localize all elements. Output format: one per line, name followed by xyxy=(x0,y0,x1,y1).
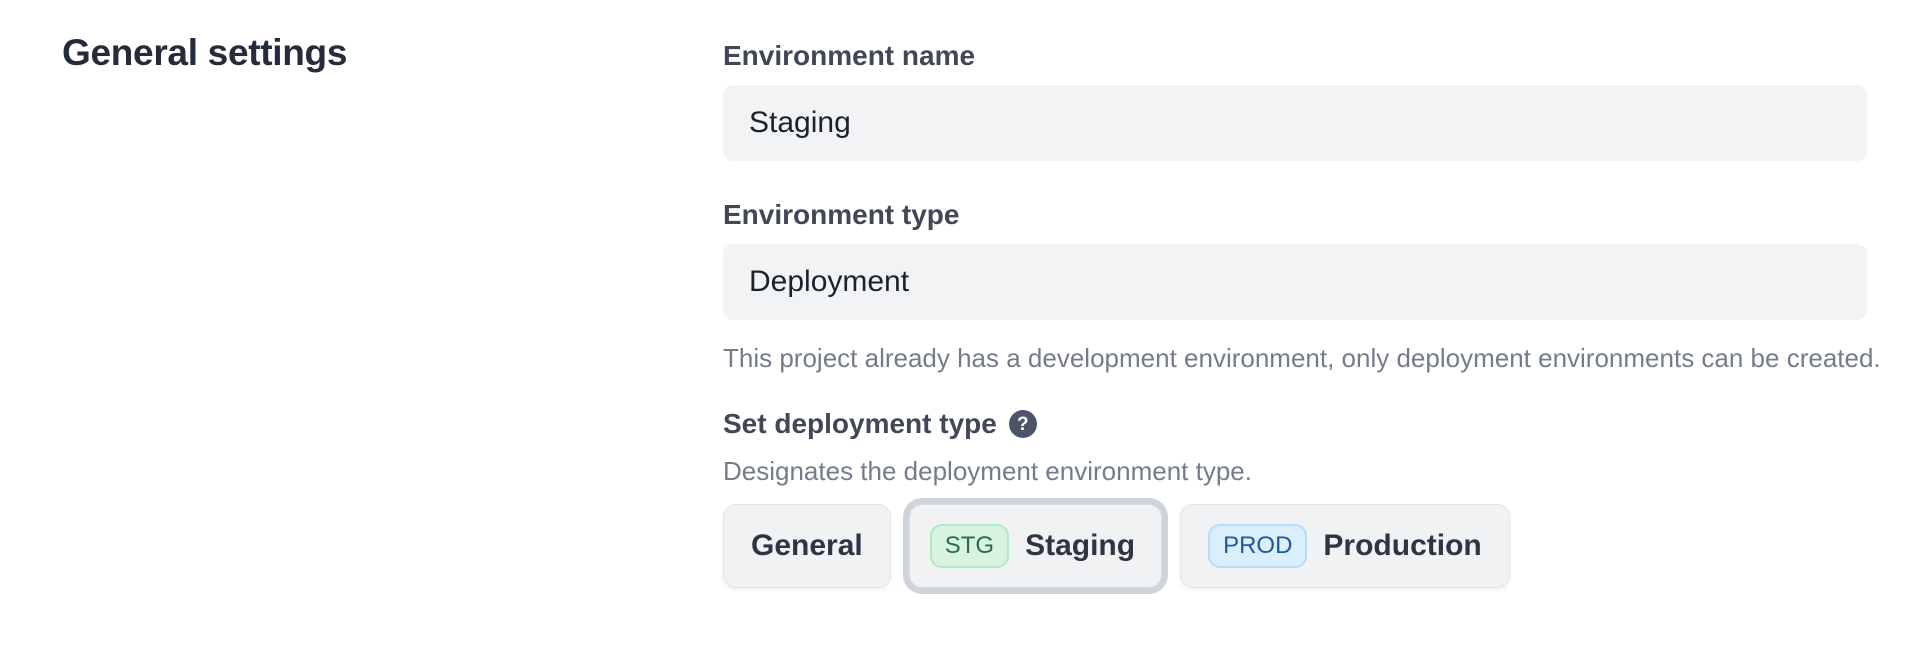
stg-badge: STG xyxy=(930,524,1009,568)
deployment-type-options: General STG Staging PROD Production xyxy=(723,498,1867,594)
environment-type-label: Environment type xyxy=(723,199,1867,231)
environment-name-input[interactable] xyxy=(723,85,1867,161)
deployment-type-production-button[interactable]: PROD Production xyxy=(1180,504,1510,588)
general-button-label: General xyxy=(751,529,863,563)
set-deployment-type-label: Set deployment type xyxy=(723,408,997,440)
deployment-type-staging-button[interactable]: STG Staging xyxy=(909,504,1162,588)
deployment-type-general-button[interactable]: General xyxy=(723,504,891,588)
prod-badge: PROD xyxy=(1208,524,1307,568)
question-mark-help-icon[interactable]: ? xyxy=(1009,410,1037,438)
staging-button-label: Staging xyxy=(1025,529,1135,563)
set-deployment-type-row: Set deployment type ? xyxy=(723,408,1867,440)
environment-general-settings-page: General settings Environment name Enviro… xyxy=(0,0,1916,652)
page-title: General settings xyxy=(62,32,347,74)
environment-type-help-text: This project already has a development e… xyxy=(723,338,1903,378)
environment-settings-form: Environment name Environment type This p… xyxy=(723,40,1867,594)
deployment-type-description: Designates the deployment environment ty… xyxy=(723,454,1867,488)
environment-name-label: Environment name xyxy=(723,40,1867,72)
production-button-label: Production xyxy=(1323,529,1481,563)
environment-type-input[interactable] xyxy=(723,244,1867,320)
